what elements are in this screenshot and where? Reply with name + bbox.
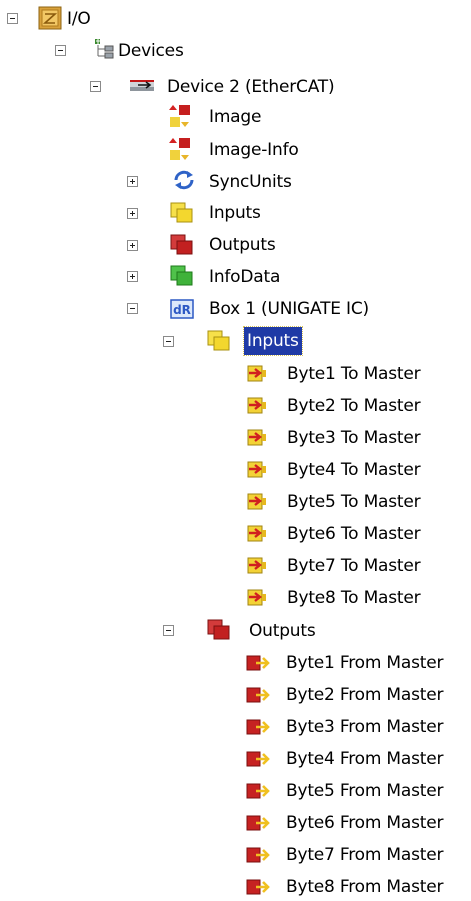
collapse-devices-toggle[interactable] <box>55 45 66 56</box>
output-variable-icon <box>246 783 270 799</box>
selected-tree-label: Inputs <box>243 326 303 356</box>
svg-text:dR: dR <box>173 303 191 317</box>
output-variable-icon <box>246 719 270 735</box>
tree-label: Outputs <box>249 621 316 641</box>
ethercat-device-icon <box>130 80 154 91</box>
output-variable-icon <box>246 687 270 703</box>
tree-label: Byte1 To Master <box>287 364 421 384</box>
syncunits-icon <box>174 170 194 190</box>
tree-label: Outputs <box>209 235 276 255</box>
tree-label: Byte3 From Master <box>286 717 444 737</box>
output-variable-icon <box>246 847 270 863</box>
image-icon <box>169 105 190 127</box>
tree-label: Inputs <box>209 203 261 223</box>
image-info-icon <box>169 138 190 160</box>
input-variable-icon <box>247 525 266 542</box>
tree-label: Byte2 From Master <box>286 685 444 705</box>
output-variable-icon <box>246 879 270 895</box>
outputs-folder-icon <box>170 234 193 255</box>
input-variable-icon <box>247 429 266 446</box>
collapse-box-inputs-toggle[interactable] <box>163 336 174 347</box>
tree-label: Byte4 From Master <box>286 749 444 769</box>
tree-label: I/O <box>67 9 91 29</box>
inputs-folder-icon <box>170 202 193 223</box>
input-variable-icon <box>247 397 266 414</box>
tree-label: Byte1 From Master <box>286 653 444 673</box>
input-variable-icon <box>247 365 266 382</box>
tree-label: Image <box>209 107 262 127</box>
tree-label: Byte4 To Master <box>287 460 421 480</box>
tree-label: Box 1 (UNIGATE IC) <box>209 299 369 319</box>
input-variable-icon <box>247 557 266 574</box>
infodata-folder-icon <box>170 265 193 286</box>
collapse-device2-toggle[interactable] <box>90 81 101 92</box>
tree-label: Byte5 From Master <box>286 781 444 801</box>
tree-label: Image-Info <box>209 140 299 160</box>
io-folder-icon <box>38 6 62 30</box>
tree-label: Byte8 From Master <box>286 877 444 897</box>
collapse-box1-toggle[interactable] <box>127 303 138 314</box>
tree-label: Byte2 To Master <box>287 396 421 416</box>
tree-label: Byte3 To Master <box>287 428 421 448</box>
tree-label: Device 2 (EtherCAT) <box>167 77 335 97</box>
input-variable-icon <box>247 589 266 606</box>
input-variable-icon <box>247 461 266 478</box>
expand-outputs-toggle[interactable] <box>127 240 138 251</box>
expand-inputs-toggle[interactable] <box>127 208 138 219</box>
input-variable-icon <box>247 493 266 510</box>
outputs-folder-icon <box>207 619 230 640</box>
output-variable-icon <box>246 751 270 767</box>
tree-label: Byte6 To Master <box>287 524 421 544</box>
tree-label: Byte6 From Master <box>286 813 444 833</box>
collapse-box-outputs-toggle[interactable] <box>163 625 174 636</box>
collapse-io-toggle[interactable] <box>7 13 18 24</box>
output-variable-icon <box>246 815 270 831</box>
tree-label: Byte7 From Master <box>286 845 444 865</box>
output-variable-icon <box>246 655 270 671</box>
tree-label: Byte8 To Master <box>287 588 421 608</box>
tree-label: InfoData <box>209 267 281 287</box>
devices-tree-icon <box>95 39 114 59</box>
tree-label: Devices <box>118 41 184 61</box>
tree-label: Byte7 To Master <box>287 556 421 576</box>
tree-label: SyncUnits <box>209 172 292 192</box>
inputs-folder-icon <box>207 330 230 351</box>
box-module-icon: dR <box>170 299 194 319</box>
tree-label: Byte5 To Master <box>287 492 421 512</box>
expand-syncunits-toggle[interactable] <box>127 176 138 187</box>
expand-infodata-toggle[interactable] <box>127 271 138 282</box>
